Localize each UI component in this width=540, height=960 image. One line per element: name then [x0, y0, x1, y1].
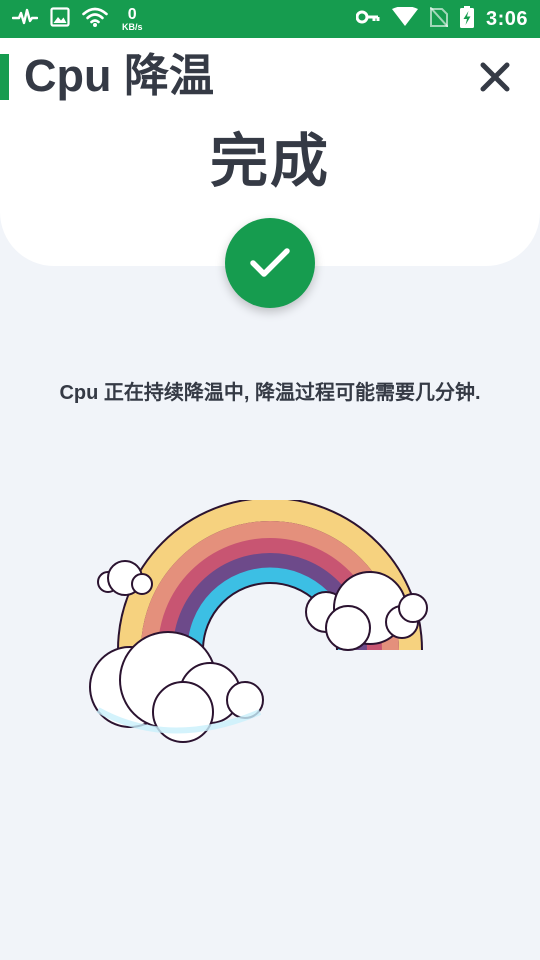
rainbow-clouds-illustration [80, 497, 440, 755]
no-sim-icon [429, 5, 449, 32]
close-button[interactable] [476, 58, 514, 96]
battery-charging-icon [459, 5, 474, 33]
checkmark-icon [250, 248, 290, 277]
pulse-icon [11, 7, 39, 32]
signal-icon [391, 5, 418, 32]
key-icon [355, 9, 380, 30]
status-time: 3:06 [485, 7, 528, 30]
title-accent-bar [0, 54, 9, 100]
wifi-icon [82, 7, 108, 32]
cooling-message: Cpu 正在持续降温中, 降温过程可能需要几分钟. [59, 382, 481, 404]
page-title: Cpu 降温 [24, 50, 214, 101]
status-title: 完成 [209, 129, 330, 194]
network-speed-unit: KB/s [122, 21, 143, 32]
status-bar-right: 3:06 [355, 0, 528, 38]
network-speed-value: 0 [127, 5, 137, 23]
close-icon [480, 62, 510, 92]
status-bar: 0 KB/s 3:06 [0, 0, 540, 38]
image-icon [50, 6, 70, 32]
cloud-large-icon [89, 631, 264, 743]
network-speed: 0 KB/s [122, 5, 143, 32]
status-bar-left: 0 KB/s [11, 0, 143, 38]
success-badge [225, 218, 315, 308]
